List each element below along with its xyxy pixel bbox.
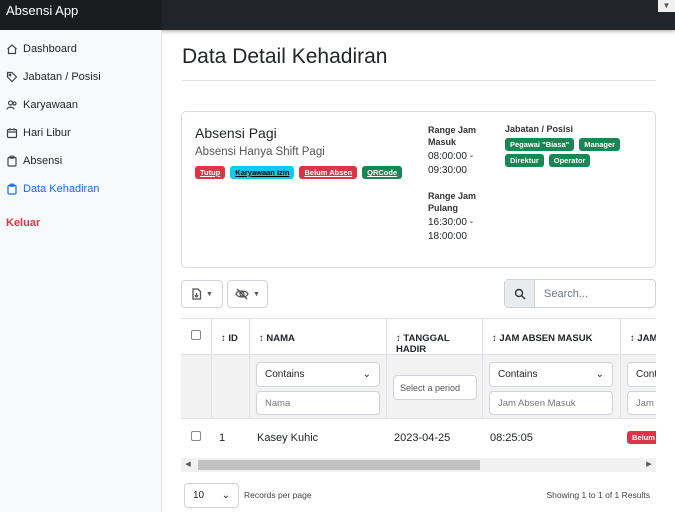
absensi-info-card: Absensi Pagi Absensi Hanya Shift Pagi Tu… — [181, 111, 656, 268]
kehadiran-table: ↕ ID ↕ NAMA ↕ TANGGAL HADIR ↕ JAM ABSEN … — [181, 318, 656, 451]
sidebar-item-label: Dashboard — [23, 43, 77, 55]
scroll-left-arrow[interactable]: ◀ — [181, 458, 195, 472]
row-checkbox[interactable] — [191, 431, 201, 441]
sidebar-item-karyawaan[interactable]: Karyawaan — [0, 91, 161, 119]
range-pulang-value: 16:30:00 - 18:00:00 — [428, 217, 474, 242]
home-icon — [7, 44, 17, 55]
logout-link[interactable]: Keluar — [0, 217, 161, 229]
badge-jabatan: Pegawai "Biasa" — [505, 138, 575, 151]
jam-masuk-filter-select[interactable]: Contains ⌄ — [489, 362, 613, 387]
sidebar-item-label: Jabatan / Posisi — [23, 71, 101, 83]
column-header-tanggal[interactable]: ↕ TANGGAL HADIR — [387, 319, 483, 355]
app-brand[interactable]: Absensi App — [0, 0, 162, 30]
cell-jam-masuk: 08:25:05 — [490, 432, 533, 444]
sidebar-item-absensi[interactable]: Absensi — [0, 147, 161, 175]
status-badge: Belum — [627, 431, 656, 444]
card-badges: Tutup Karyawaan Izin Belum Absen QRCode — [195, 166, 403, 179]
divider — [182, 80, 656, 81]
column-header-jam[interactable]: ↕ JAM — [621, 319, 656, 354]
badge-belum-absen[interactable]: Belum Absen — [299, 166, 358, 179]
jam-filter-input[interactable]: Jam — [627, 391, 656, 415]
table-header-row: ↕ ID ↕ NAMA ↕ TANGGAL HADIR ↕ JAM ABSEN … — [181, 319, 656, 355]
sidebar-item-hari-libur[interactable]: Hari Libur — [0, 119, 161, 147]
caret-down-icon: ▼ — [206, 290, 213, 298]
range-pulang-label: Range Jam Pulang — [428, 191, 477, 213]
results-summary: Showing 1 to 1 of 1 Results — [546, 490, 650, 500]
sidebar-item-dashboard[interactable]: Dashboard — [0, 35, 161, 63]
cell-tanggal: 2023-04-25 — [394, 432, 451, 444]
jabatan-section: Jabatan / Posisi Pegawai "Biasa" Manager… — [505, 124, 645, 167]
sidebar-item-label: Karyawaan — [23, 99, 79, 111]
chevron-down-icon: ⌄ — [595, 369, 604, 380]
badge-qrcode[interactable]: QRCode — [362, 166, 403, 179]
chevron-down-icon: ⌄ — [362, 369, 371, 380]
records-per-page-label: Records per page — [244, 490, 312, 500]
eye-slash-icon — [235, 288, 249, 300]
scroll-up-arrow[interactable]: ▼ — [658, 0, 675, 12]
badge-tutup[interactable]: Tutup — [195, 166, 226, 179]
nama-filter-input[interactable]: Nama — [256, 391, 380, 415]
badge-jabatan: Direktur — [505, 154, 544, 167]
clipboard-icon — [7, 183, 17, 195]
badge-jabatan: Operator — [548, 154, 591, 167]
top-navbar: Absensi App ▼ — [0, 0, 675, 30]
tag-icon — [6, 71, 18, 83]
tanggal-period-picker[interactable]: Select a period — [393, 375, 477, 400]
sidebar: Dashboard Jabatan / Posisi Karyawaan Har… — [0, 30, 162, 512]
jabatan-label: Jabatan / Posisi — [505, 124, 574, 134]
column-header-jam-masuk[interactable]: ↕ JAM ABSEN MASUK — [483, 319, 621, 354]
range-jam-pulang: Range Jam Pulang 16:30:00 - 18:00:00 — [428, 190, 488, 244]
file-download-icon — [192, 288, 202, 300]
card-title: Absensi Pagi — [195, 125, 277, 141]
cell-nama: Kasey Kuhic — [257, 432, 319, 444]
sidebar-item-label: Hari Libur — [23, 127, 71, 139]
table-filter-row: Contains ⌄ Nama Select a period Contains ⌄… — [181, 355, 656, 419]
jam-masuk-filter-input[interactable]: Jam Absen Masuk — [489, 391, 613, 415]
clipboard-icon — [7, 155, 17, 167]
sidebar-item-data-kehadiran[interactable]: Data Kehadiran — [0, 175, 161, 203]
table-row[interactable]: 1 Kasey Kuhic 2023-04-25 08:25:05 Belum — [181, 420, 656, 451]
calendar-icon — [6, 128, 18, 139]
sidebar-item-label: Data Kehadiran — [23, 183, 100, 195]
scroll-right-arrow[interactable]: ▶ — [642, 458, 656, 472]
sidebar-item-label: Absensi — [23, 155, 63, 167]
caret-down-icon: ▼ — [253, 290, 260, 298]
nama-filter-select[interactable]: Contains ⌄ — [256, 362, 380, 387]
range-masuk-value: 08:00:00 - 09:30:00 — [428, 151, 474, 176]
range-masuk-label: Range Jam Masuk — [428, 125, 477, 147]
search-icon[interactable] — [505, 280, 535, 307]
records-per-page-select[interactable]: 10 ⌄ — [184, 483, 239, 508]
horizontal-scrollbar[interactable]: ◀ ▶ — [181, 458, 656, 472]
search-group: Search... — [504, 279, 656, 308]
column-header-id[interactable]: ↕ ID — [212, 319, 250, 354]
select-all-checkbox[interactable] — [191, 330, 201, 340]
search-input[interactable]: Search... — [535, 280, 655, 307]
page-title: Data Detail Kehadiran — [182, 45, 388, 68]
scrollbar-thumb[interactable] — [198, 460, 480, 470]
badge-jabatan: Manager — [579, 138, 621, 151]
jam-filter-select[interactable]: Cont — [627, 362, 656, 387]
export-button[interactable]: ▼ — [181, 280, 223, 308]
card-subtitle: Absensi Hanya Shift Pagi — [195, 146, 325, 158]
column-header-nama[interactable]: ↕ NAMA — [250, 319, 387, 354]
people-icon — [6, 100, 17, 110]
cell-id: 1 — [219, 432, 226, 444]
main-content: Data Detail Kehadiran Absensi Pagi Absen… — [163, 30, 675, 512]
chevron-down-icon: ⌄ — [221, 490, 230, 501]
badge-karyawaan-izin[interactable]: Karyawaan Izin — [230, 166, 295, 179]
sidebar-item-jabatan[interactable]: Jabatan / Posisi — [0, 63, 161, 91]
column-visibility-button[interactable]: ▼ — [227, 280, 268, 308]
range-jam-masuk: Range Jam Masuk 08:00:00 - 09:30:00 — [428, 124, 488, 178]
